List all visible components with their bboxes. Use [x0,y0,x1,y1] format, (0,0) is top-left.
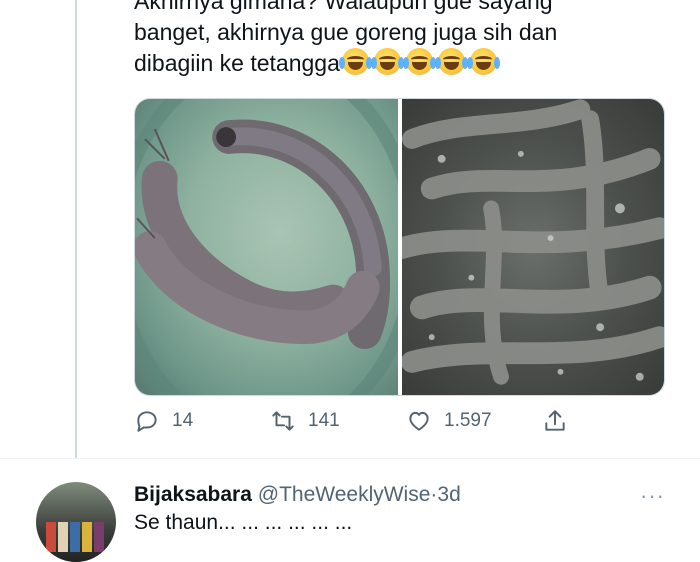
like-button[interactable]: 1.597 [406,408,492,434]
tears-of-joy-emoji-icon [402,48,436,75]
catfish-basin-illustration [135,99,398,395]
retweet-icon [272,411,294,431]
avatar[interactable] [36,482,116,562]
more-options-icon[interactable]: ··· [640,483,665,509]
timestamp[interactable]: 3d [437,483,460,506]
share-icon [545,410,565,431]
reply-count: 14 [172,410,194,431]
retweet-count: 141 [308,410,340,431]
retweet-button[interactable]: 141 [270,408,340,434]
display-name[interactable]: Bijaksabara [134,483,252,506]
tweet-media-grid [134,98,665,396]
like-count: 1.597 [444,410,492,431]
reply-button[interactable]: 14 [134,408,193,434]
reply-tweet[interactable]: Bijaksabara @TheWeeklyWise·3d ··· Se tha… [0,459,700,562]
reply-text: Se thaun... ... ... ... ... ... [134,511,353,534]
reply-icon [137,411,157,432]
tweet-text: Akhirnya gimana? Walaupun gue sayang ban… [134,0,654,79]
tweet-action-bar: 14 141 1.597 [134,408,584,444]
tears-of-joy-emoji-icon [338,48,372,75]
heart-icon [409,411,429,431]
media-photo-catfish-water[interactable] [401,99,664,395]
media-photo-catfish-basin[interactable] [135,99,398,395]
laughing-emoji-group [338,48,500,75]
reply-author-line: Bijaksabara @TheWeeklyWise·3d [134,483,461,507]
tears-of-joy-emoji-icon [434,48,468,75]
tears-of-joy-emoji-icon [370,48,404,75]
thread-connector-line [75,0,77,458]
share-button[interactable] [542,408,568,434]
tears-of-joy-emoji-icon [466,48,500,75]
catfish-water-illustration [401,99,664,385]
user-handle[interactable]: @TheWeeklyWise [258,483,431,506]
